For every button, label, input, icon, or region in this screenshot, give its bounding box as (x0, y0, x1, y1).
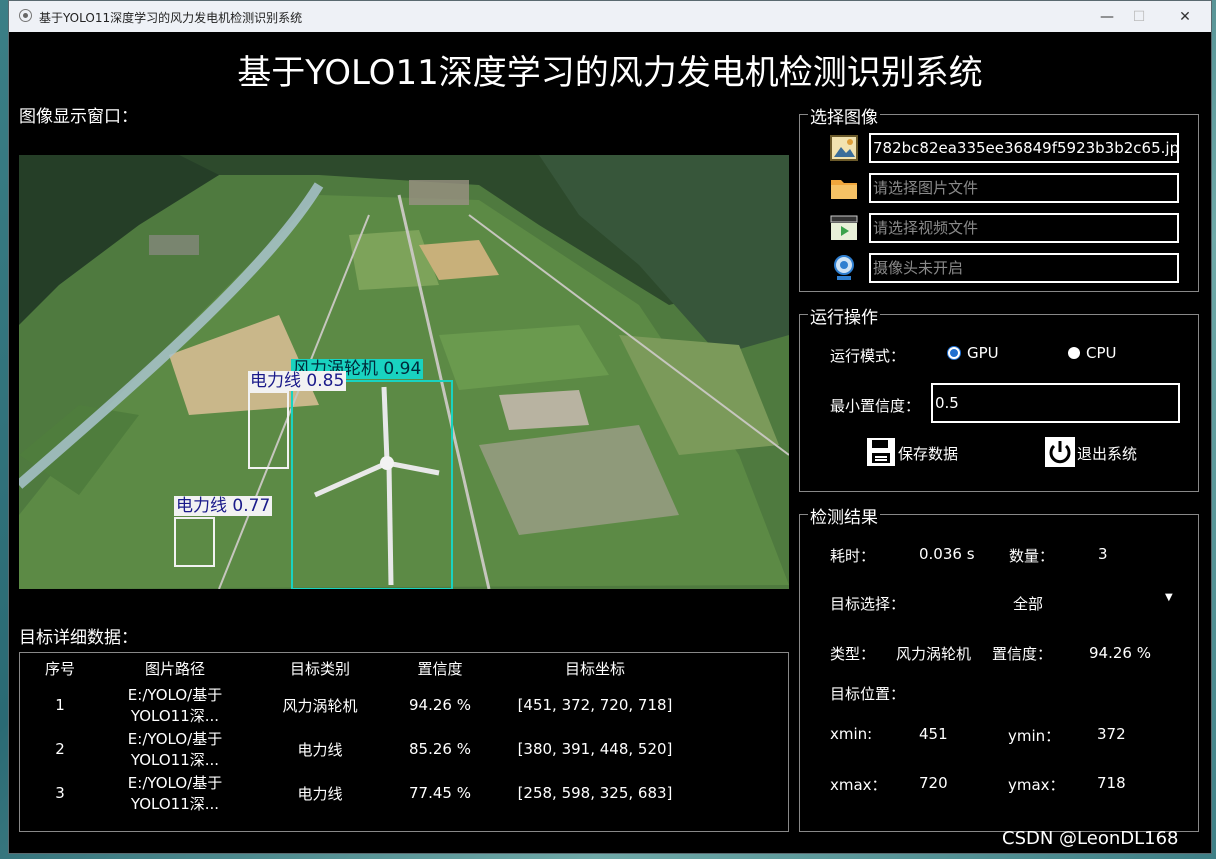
detection-box-powerline-2 (174, 517, 215, 567)
cell-confidence: 85.26 % (409, 740, 471, 758)
cpu-radio[interactable] (1068, 347, 1080, 359)
min-confidence-input[interactable]: 0.5 (931, 383, 1180, 423)
detection-label-powerline-2: 电力线 0.77 (174, 496, 273, 516)
confidence-value: 94.26 % (1089, 644, 1151, 662)
folder-icon[interactable] (829, 173, 859, 203)
save-icon (867, 438, 895, 466)
cell-class: 电力线 (297, 784, 343, 803)
webcam-icon[interactable] (829, 253, 859, 283)
image-folder-field[interactable]: 请选择图片文件 (869, 173, 1179, 203)
cell-path: E:/YOLO/基于YOLO11深... (127, 774, 223, 813)
xmax-label: xmax： (830, 776, 887, 794)
app-window: 基于YOLO11深度学习的风力发电机检测识别系统 — ☐ ✕ 基于YOLO11深… (8, 0, 1212, 854)
detection-results-title: 检测结果 (808, 503, 880, 528)
target-select-value: 全部 (1013, 595, 1044, 613)
cell-index: 2 (55, 740, 65, 758)
time-label: 耗时： (830, 547, 876, 565)
title-bar: 基于YOLO11深度学习的风力发电机检测识别系统 — ☐ ✕ (9, 1, 1211, 32)
cell-confidence: 94.26 % (409, 696, 471, 714)
type-label: 类型： (830, 645, 876, 663)
ymax-value: 718 (1097, 774, 1126, 792)
camera-field[interactable]: 摄像头未开启 (869, 253, 1179, 283)
image-file-field[interactable]: 782bc82ea335ee36849f5923b3b2c65.jpg (869, 133, 1179, 163)
page-title: 基于YOLO11深度学习的风力发电机检测识别系统 (237, 53, 983, 93)
cell-class: 电力线 (297, 740, 343, 759)
cell-class: 风力涡轮机 (282, 696, 358, 715)
xmax-value: 720 (919, 774, 948, 792)
column-header-class: 目标类别 (289, 659, 350, 678)
table-row[interactable]: 3 E:/YOLO/基于YOLO11深... 电力线 77.45 % [258,… (20, 771, 700, 815)
image-display-label: 图像显示窗口： (19, 107, 138, 127)
close-icon[interactable]: ✕ (1165, 5, 1205, 29)
run-operations-title: 运行操作 (808, 303, 880, 328)
select-image-title: 选择图像 (808, 103, 880, 128)
chevron-down-icon: ▼ (1165, 592, 1173, 603)
exit-button[interactable]: 退出系统 (1045, 437, 1155, 469)
save-button[interactable]: 保存数据 (866, 437, 976, 469)
video-file-field[interactable]: 请选择视频文件 (869, 213, 1179, 243)
details-table: 序号 图片路径 目标类别 置信度 目标坐标 1 E:/YOLO/基于YOLO11… (20, 653, 700, 815)
cell-index: 3 (55, 784, 65, 802)
ymax-label: ymax： (1008, 776, 1065, 794)
xmin-label: xmin: (830, 725, 873, 743)
ymin-label: ymin： (1008, 727, 1061, 745)
detection-box-turbine (291, 380, 453, 589)
xmin-value: 451 (919, 725, 948, 743)
column-header-confidence: 置信度 (417, 659, 463, 678)
image-display: 风力涡轮机 0.94 电力线 0.85 电力线 0.77 (19, 155, 789, 589)
target-position-label: 目标位置： (830, 685, 906, 703)
column-header-coords: 目标坐标 (564, 659, 625, 678)
detection-results-group: 检测结果 耗时： 0.036 s 数量： 3 目标选择： 全部 ▼ 类型： 风力… (799, 503, 1199, 832)
exit-button-label: 退出系统 (1077, 445, 1138, 463)
window-title: 基于YOLO11深度学习的风力发电机检测识别系统 (39, 11, 303, 25)
details-table-frame: 序号 图片路径 目标类别 置信度 目标坐标 1 E:/YOLO/基于YOLO11… (19, 652, 789, 832)
table-row[interactable]: 2 E:/YOLO/基于YOLO11深... 电力线 85.26 % [380,… (20, 727, 700, 771)
cpu-radio-label[interactable]: CPU (1086, 344, 1117, 362)
target-select-label: 目标选择： (830, 595, 906, 613)
detection-box-powerline-1 (248, 391, 289, 469)
detection-label-powerline-1: 电力线 0.85 (248, 371, 347, 391)
cell-path: E:/YOLO/基于YOLO11深... (127, 730, 223, 769)
min-confidence-label: 最小置信度： (830, 397, 921, 415)
count-value: 3 (1098, 545, 1108, 563)
ymin-value: 372 (1097, 725, 1126, 743)
time-value: 0.036 s (919, 545, 975, 563)
type-value: 风力涡轮机 (896, 645, 972, 663)
watermark: CSDN @LeonDL168 (1002, 828, 1179, 849)
table-row[interactable]: 1 E:/YOLO/基于YOLO11深... 风力涡轮机 94.26 % [45… (20, 683, 700, 727)
gpu-radio-label[interactable]: GPU (967, 344, 999, 362)
cell-coords: [258, 598, 325, 683] (517, 784, 673, 802)
cell-coords: [380, 391, 448, 520] (517, 740, 673, 758)
save-button-label: 保存数据 (898, 445, 959, 463)
gpu-radio[interactable] (948, 347, 960, 359)
count-label: 数量： (1009, 547, 1055, 565)
column-header-index: 序号 (44, 659, 75, 678)
power-icon (1045, 437, 1075, 467)
confidence-label: 置信度： (992, 645, 1053, 663)
run-operations-group: 运行操作 运行模式： GPU CPU 最小置信度： 0.5 保存数据 退出系统 (799, 303, 1199, 492)
cell-coords: [451, 372, 720, 718] (517, 696, 673, 714)
column-header-path: 图片路径 (144, 659, 205, 678)
run-mode-label: 运行模式： (830, 347, 906, 365)
select-image-group: 选择图像 782bc82ea335ee36849f5923b3b2c65.jpg… (799, 103, 1199, 292)
cell-path: E:/YOLO/基于YOLO11深... (127, 686, 223, 725)
image-icon[interactable] (829, 133, 859, 163)
cell-index: 1 (55, 696, 65, 714)
app-icon (19, 9, 32, 22)
table-header-row: 序号 图片路径 目标类别 置信度 目标坐标 (20, 653, 700, 683)
video-icon[interactable] (829, 213, 859, 243)
target-select-dropdown[interactable]: 全部 ▼ (1005, 587, 1185, 617)
maximize-icon[interactable]: ☐ (1119, 5, 1159, 29)
details-label: 目标详细数据： (19, 628, 138, 648)
cell-confidence: 77.45 % (409, 784, 471, 802)
